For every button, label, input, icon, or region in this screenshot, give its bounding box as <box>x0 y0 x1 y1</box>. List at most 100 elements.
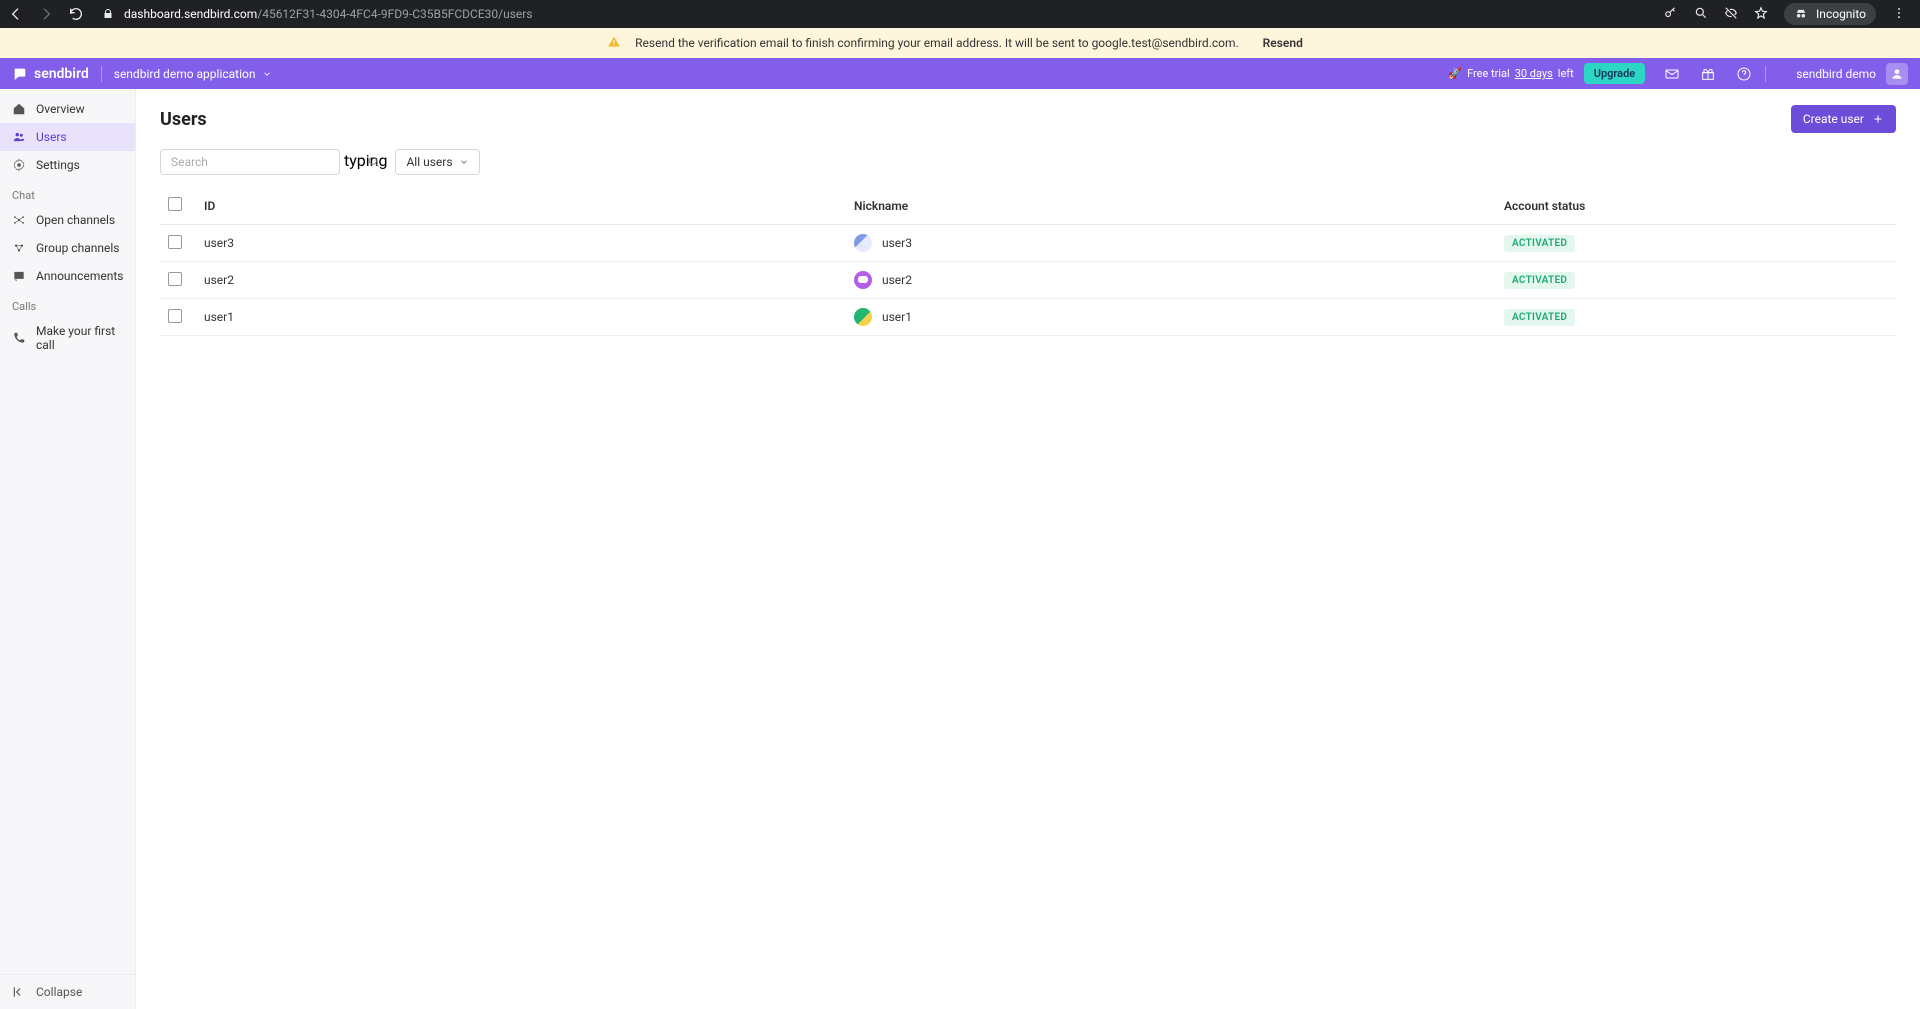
status-badge: ACTIVATED <box>1504 309 1575 326</box>
sendbird-icon <box>12 66 28 82</box>
avatar <box>854 234 872 252</box>
sidebar-item-label: Open channels <box>36 213 115 227</box>
gift-icon[interactable] <box>1699 65 1717 83</box>
sidebar-item-label: Settings <box>36 158 80 172</box>
avatar <box>854 308 872 326</box>
sidebar-item-announcements[interactable]: Announcements <box>0 262 135 290</box>
page-title: Users <box>160 109 207 130</box>
help-icon[interactable] <box>1735 65 1753 83</box>
search-icon[interactable] <box>1694 6 1708 23</box>
collapse-button[interactable]: Collapse <box>0 975 135 1009</box>
sidebar-item-settings[interactable]: Settings <box>0 151 135 179</box>
sidebar-item-first-call[interactable]: Make your first call <box>0 317 135 359</box>
chevron-down-icon <box>262 69 272 79</box>
col-nickname[interactable]: Nickname <box>846 187 1496 225</box>
plus-icon <box>1872 113 1884 125</box>
brand-logo[interactable]: sendbird <box>12 66 89 82</box>
cell-nickname: user1 <box>846 299 1496 336</box>
rocket-icon: 🚀 <box>1448 67 1462 80</box>
phone-icon <box>12 331 26 345</box>
cell-id: user1 <box>196 299 846 336</box>
nickname-text: user1 <box>882 310 912 324</box>
warning-icon <box>607 35 621 52</box>
trial-days[interactable]: 30 days <box>1515 67 1553 80</box>
create-user-label: Create user <box>1803 112 1864 126</box>
incognito-label: Incognito <box>1816 7 1866 21</box>
announcements-icon <box>12 269 26 283</box>
incognito-badge[interactable]: Incognito <box>1784 3 1876 25</box>
sidebar-item-label: Announcements <box>36 269 123 283</box>
cell-status: ACTIVATED <box>1496 262 1896 299</box>
collapse-icon <box>12 985 26 999</box>
gear-icon <box>12 158 26 172</box>
filter-dropdown[interactable]: All users <box>395 149 479 175</box>
cell-id: user2 <box>196 262 846 299</box>
table-row[interactable]: user3 user3 ACTIVATED <box>160 225 1896 262</box>
browser-chrome: dashboard.sendbird.com/45612F31-4304-4FC… <box>0 0 1920 28</box>
sidebar: Overview Users Settings Chat Open channe… <box>0 89 136 1009</box>
nickname-text: user3 <box>882 236 912 250</box>
table-row[interactable]: user1 user1 ACTIVATED <box>160 299 1896 336</box>
cell-nickname: user3 <box>846 225 1496 262</box>
search-input[interactable] <box>160 149 340 175</box>
sidebar-section-calls: Calls <box>0 290 135 317</box>
home-icon <box>12 102 26 116</box>
cell-status: ACTIVATED <box>1496 225 1896 262</box>
sidebar-section-chat: Chat <box>0 179 135 206</box>
chevron-down-icon <box>459 157 469 167</box>
table-row[interactable]: user2 user2 ACTIVATED <box>160 262 1896 299</box>
select-all-checkbox[interactable] <box>168 197 182 211</box>
kebab-icon[interactable] <box>1892 6 1906 23</box>
col-id[interactable]: ID <box>196 187 846 225</box>
avatar <box>854 271 872 289</box>
search-icon[interactable] <box>367 154 381 173</box>
app-selector[interactable]: sendbird demo application <box>114 67 272 81</box>
divider <box>1765 66 1766 82</box>
row-checkbox[interactable] <box>168 309 182 323</box>
address-bar[interactable]: dashboard.sendbird.com/45612F31-4304-4FC… <box>102 7 1664 21</box>
url-text: dashboard.sendbird.com/45612F31-4304-4FC… <box>124 7 533 21</box>
create-user-button[interactable]: Create user <box>1791 105 1896 133</box>
trial-prefix: Free trial <box>1467 67 1510 80</box>
eye-off-icon[interactable] <box>1724 6 1738 23</box>
star-icon[interactable] <box>1754 6 1768 23</box>
search-box: typing <box>160 149 387 175</box>
trial-suffix: left <box>1558 67 1574 80</box>
row-checkbox[interactable] <box>168 235 182 249</box>
incognito-icon <box>1794 7 1808 21</box>
sidebar-item-group-channels[interactable]: Group channels <box>0 234 135 262</box>
row-checkbox[interactable] <box>168 272 182 286</box>
upgrade-button[interactable]: Upgrade <box>1584 63 1645 84</box>
reload-icon[interactable] <box>68 6 84 22</box>
forward-icon[interactable] <box>38 6 54 22</box>
resend-button[interactable]: Resend <box>1253 32 1313 54</box>
profile-name: sendbird demo <box>1796 67 1876 81</box>
avatar <box>1886 63 1908 85</box>
status-badge: ACTIVATED <box>1504 272 1575 289</box>
sidebar-item-label: Make your first call <box>36 324 123 352</box>
sidebar-item-overview[interactable]: Overview <box>0 95 135 123</box>
trial-status: 🚀 Free trial 30 days left <box>1448 67 1573 80</box>
sidebar-item-users[interactable]: Users <box>0 123 135 151</box>
nickname-text: user2 <box>882 273 912 287</box>
cell-status: ACTIVATED <box>1496 299 1896 336</box>
profile-menu[interactable]: sendbird demo <box>1796 63 1908 85</box>
group-channels-icon <box>12 241 26 255</box>
cell-nickname: user2 <box>846 262 1496 299</box>
back-icon[interactable] <box>8 6 24 22</box>
app-header: sendbird sendbird demo application 🚀 Fre… <box>0 58 1920 89</box>
app-selector-label: sendbird demo application <box>114 67 256 81</box>
banner-text: Resend the verification email to finish … <box>635 36 1239 50</box>
sidebar-item-open-channels[interactable]: Open channels <box>0 206 135 234</box>
sidebar-item-label: Group channels <box>36 241 119 255</box>
filter-label: All users <box>406 155 452 169</box>
main-content: Users Create user typing All users ID <box>136 89 1920 1009</box>
users-icon <box>12 130 26 144</box>
table-header-row: ID Nickname Account status <box>160 187 1896 225</box>
status-badge: ACTIVATED <box>1504 235 1575 252</box>
users-table: ID Nickname Account status user3 user3 A… <box>160 187 1896 336</box>
mail-icon[interactable] <box>1663 65 1681 83</box>
col-status[interactable]: Account status <box>1496 187 1896 225</box>
open-channels-icon <box>12 213 26 227</box>
key-icon[interactable] <box>1664 6 1678 23</box>
